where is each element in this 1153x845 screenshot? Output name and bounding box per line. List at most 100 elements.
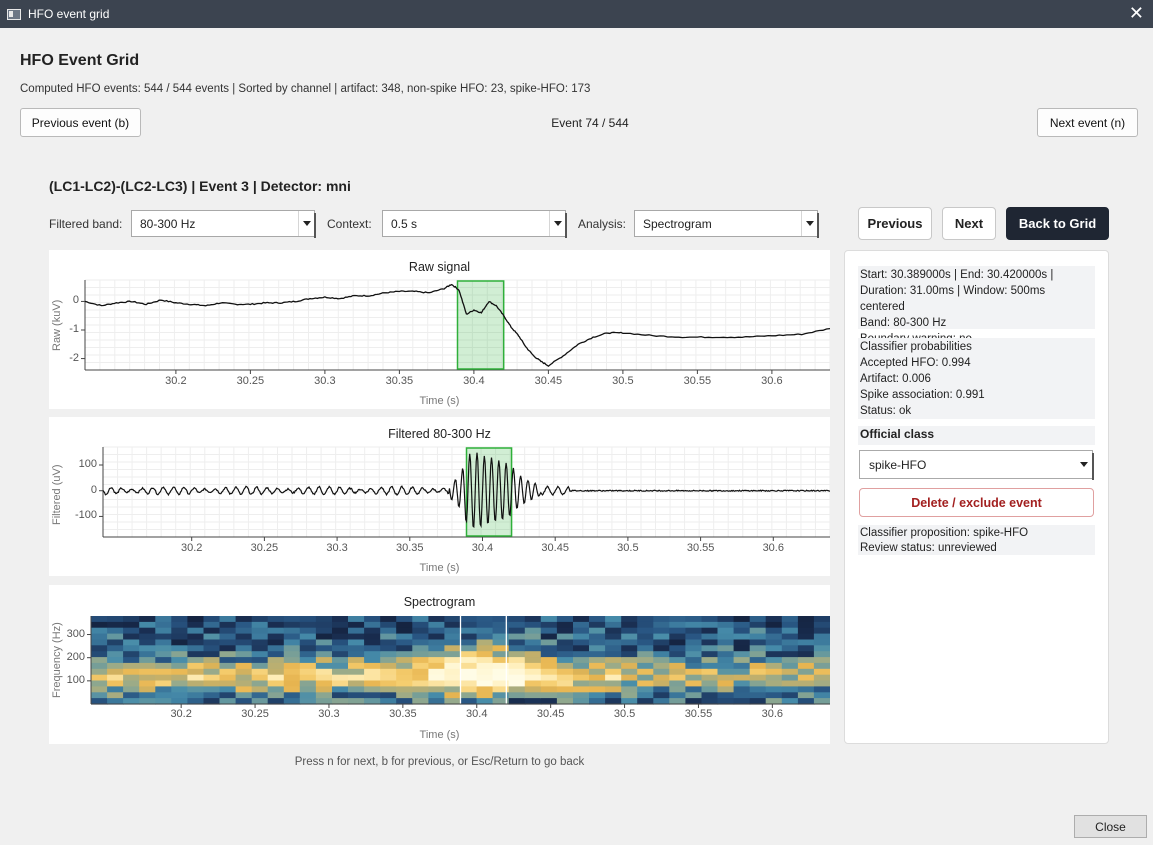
heatmap-cell [267, 692, 285, 699]
heatmap-cell [235, 686, 253, 693]
heatmap-cell [203, 692, 221, 699]
heatmap-cell [139, 657, 156, 664]
heatmap-cell [139, 621, 156, 629]
back-to-grid-button[interactable]: Back to Grid [1006, 207, 1109, 240]
heatmap-cell [621, 639, 638, 646]
heatmap-cell [476, 645, 494, 652]
heatmap-cell [701, 627, 719, 635]
heatmap-cell [283, 621, 301, 629]
heatmap-cell [765, 657, 783, 664]
heatmap-cell [460, 627, 478, 635]
heatmap-cell [235, 633, 253, 641]
heatmap-cell [348, 662, 365, 670]
heatmap-cell [797, 621, 815, 629]
heatmap-cell [540, 627, 558, 635]
heatmap-cell [219, 674, 237, 682]
heatmap-cell [508, 627, 526, 635]
heatmap-cell [332, 651, 349, 658]
heatmap-cell [203, 668, 221, 676]
heatmap-cell [460, 674, 478, 682]
heatmap-cell [203, 645, 221, 652]
heatmap-cell [315, 668, 333, 676]
close-button[interactable]: Close [1074, 815, 1147, 838]
next-event-button[interactable]: Next event (n) [1037, 108, 1138, 137]
heatmap-cell [524, 645, 542, 652]
y-tick-label: 300 [66, 627, 85, 640]
heatmap-cell [797, 651, 815, 658]
heatmap-cell [444, 657, 462, 664]
heatmap-cell [669, 627, 686, 635]
x-tick-label: 30.4 [466, 708, 488, 720]
heatmap-cell [91, 621, 108, 629]
heatmap-cell [460, 639, 478, 646]
heatmap-cell [781, 692, 799, 699]
event-timing-info: Start: 30.389000s | End: 30.420000s | Du… [858, 266, 1095, 345]
heatmap-cell [332, 627, 349, 635]
heatmap-cell [428, 680, 446, 687]
previous-button[interactable]: Previous [858, 207, 932, 240]
heatmap-cell [187, 686, 205, 693]
window-close-icon[interactable]: ✕ [1129, 3, 1144, 23]
heatmap-cell [556, 657, 574, 664]
heatmap-cell [669, 692, 686, 699]
heatmap-cell [605, 639, 622, 646]
heatmap-cell [813, 692, 830, 699]
x-tick-label: 30.35 [385, 375, 414, 387]
heatmap-cell [235, 692, 253, 699]
heatmap-cell [155, 639, 172, 646]
official-class-select[interactable]: spike-HFO [859, 450, 1094, 480]
heatmap-cell [332, 692, 349, 699]
heatmap-cell [685, 645, 703, 652]
heatmap-cell [219, 686, 237, 693]
delete-event-button[interactable]: Delete / exclude event [859, 488, 1094, 517]
heatmap-cell [299, 692, 317, 699]
analysis-select[interactable]: Spectrogram [634, 210, 819, 238]
heatmap-cell [299, 651, 317, 658]
heatmap-cell [813, 657, 830, 664]
heatmap-cell [749, 621, 767, 629]
heatmap-cell [315, 627, 333, 635]
heatmap-cell [235, 680, 253, 687]
heatmap-cell [396, 692, 413, 699]
next-button[interactable]: Next [942, 207, 996, 240]
heatmap-cell [573, 633, 590, 641]
heatmap-cell [283, 662, 301, 670]
heatmap-cell [171, 651, 188, 658]
heatmap-cell [412, 692, 429, 699]
previous-event-button[interactable]: Previous event (b) [20, 108, 141, 137]
heatmap-cell [573, 686, 590, 693]
heatmap-cell [476, 633, 494, 641]
heatmap-cell [428, 686, 446, 693]
heatmap-cell [348, 616, 365, 623]
heatmap-cell [123, 686, 140, 693]
heatmap-cell [524, 686, 542, 693]
heatmap-cell [669, 616, 686, 623]
heatmap-cell [781, 651, 799, 658]
heatmap-cell [460, 657, 478, 664]
heatmap-cell [444, 692, 462, 699]
heatmap-cell [235, 651, 253, 658]
heatmap-cell [540, 674, 558, 682]
heatmap-cell [315, 633, 333, 641]
heatmap-cell [412, 662, 429, 670]
heatmap-cell [171, 616, 188, 623]
chevron-down-icon [549, 211, 565, 236]
x-tick-label: 30.6 [761, 375, 783, 387]
heatmap-cell [797, 674, 815, 682]
heatmap-cell [412, 668, 429, 676]
heatmap-cell [524, 662, 542, 670]
heatmap-cell [155, 651, 172, 658]
heatmap-cell [637, 645, 654, 652]
context-select[interactable]: 0.5 s [382, 210, 567, 238]
heatmap-cell [621, 621, 638, 629]
heatmap-cell [717, 692, 735, 699]
heatmap-cell [299, 639, 317, 646]
heatmap-cell [685, 633, 703, 641]
heatmap-cell [524, 657, 542, 664]
x-tick-label: 30.5 [612, 375, 634, 387]
heatmap-cell [251, 627, 269, 635]
heatmap-cell [717, 668, 735, 676]
heatmap-cell [203, 686, 221, 693]
filtered-band-select[interactable]: 80-300 Hz [131, 210, 316, 238]
heatmap-cell [139, 616, 156, 623]
